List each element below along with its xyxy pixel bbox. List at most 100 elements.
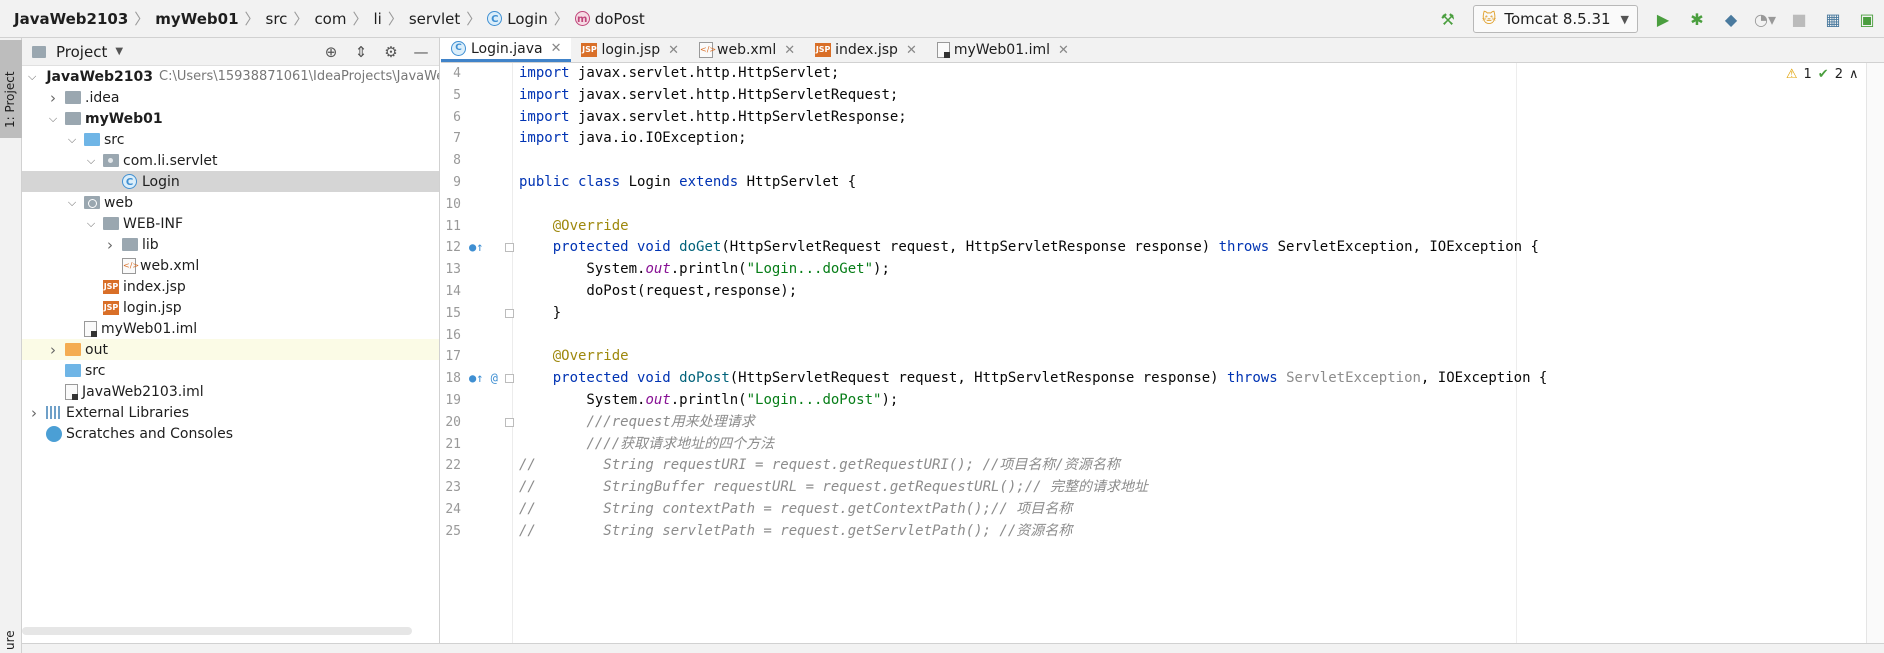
warning-count: 1 [1803,67,1812,82]
profile-icon[interactable]: ◔▾ [1754,8,1776,30]
inspection-widget[interactable]: ⚠ 1 ✔ 2 ∧ ∨ [1780,67,1874,82]
breadcrumb-item[interactable]: m doPost [574,10,645,28]
code-text: import javax.servlet.http.HttpServletReq… [519,85,898,107]
code-line: 21 ////获取请求地址的四个方法 [441,434,1884,456]
code-token: out [645,392,671,408]
ide-frame-icon[interactable]: ▣ [1856,8,1878,30]
fold-marker-icon[interactable] [505,308,514,318]
code-line: 9 public class Login extends HttpServlet … [441,172,1884,194]
breadcrumb-item[interactable]: servlet [409,10,460,28]
tree-item-label: login.jsp [123,299,182,316]
editor-tab[interactable]: JSP index.jsp ✕ [805,38,927,62]
hide-icon[interactable]: — [409,43,433,61]
breadcrumb-item[interactable]: myWeb01 [155,10,238,28]
tree-item[interactable]: ⌵ src [22,129,439,150]
code-line: 16 [441,325,1884,347]
chevron-down-icon[interactable]: ⌵ [28,70,36,84]
structure-tool-tab-label[interactable]: ure [3,630,17,650]
breadcrumb-item[interactable]: src [266,10,288,28]
editor-tab-label: myWeb01.iml [953,42,1050,58]
fold-marker-icon[interactable] [505,417,514,427]
tree-item[interactable]: › lib [22,234,439,255]
folder-icon [122,238,138,251]
run-configuration-select[interactable]: 🐱 Tomcat 8.5.31 ▼ [1472,5,1638,33]
tree-item[interactable]: Scratches and Consoles [22,423,439,444]
fold-marker-icon[interactable] [505,243,514,253]
tree-item[interactable]: </> web.xml [22,255,439,276]
project-tool-tab[interactable]: 1: Project [0,40,22,138]
tree-item[interactable]: ⌵ web [22,192,439,213]
tree-item[interactable]: JavaWeb2103.iml [22,381,439,402]
code-token: System. [519,392,646,408]
fold-marker-icon[interactable] [505,374,514,384]
override-gutter-icon[interactable]: ●↑ @ [469,368,498,390]
collapse-all-icon[interactable]: ⇕ [349,43,373,61]
chevron-down-icon[interactable]: ⌵ [85,217,97,231]
line-number: 5 [453,87,461,103]
library-icon [46,406,62,419]
editor-tab[interactable]: myWeb01.iml ✕ [927,38,1079,62]
excluded-folder-icon [65,343,81,356]
code-token: HttpServlet { [738,174,857,190]
chevron-up-icon[interactable]: ∧ [1849,67,1859,82]
run-configuration-label: Tomcat 8.5.31 [1504,10,1611,28]
chevron-right-icon[interactable]: › [104,236,116,254]
stop-icon[interactable]: ■ [1788,8,1810,30]
code-token: import [519,108,570,125]
coverage-icon[interactable]: ◆ [1720,8,1742,30]
code-line: 4 import javax.servlet.http.HttpServlet; [441,63,1884,85]
horizontal-scrollbar[interactable] [22,627,412,635]
close-icon[interactable]: ✕ [784,43,795,58]
tree-item[interactable]: ⌵ JavaWeb2103 C:\Users\15938871061\IdeaPro… [22,66,439,87]
tree-item[interactable]: ⌵ WEB-INF [22,213,439,234]
editor-tab[interactable]: JSP login.jsp ✕ [571,38,689,62]
tree-item[interactable]: C Login [22,171,439,192]
tree-item[interactable]: JSP index.jsp [22,276,439,297]
code-text: ////获取请求地址的四个方法 [519,434,774,456]
override-gutter-icon[interactable]: ●↑ [469,237,483,259]
line-number: 14 [445,284,461,299]
tree-item[interactable]: ⌵ com.li.servlet [22,150,439,171]
code-editor[interactable]: 4 import javax.servlet.http.HttpServlet; 5… [441,63,1884,653]
chevron-right-icon[interactable]: › [47,341,59,359]
chevron-down-icon[interactable]: ⌵ [47,112,59,126]
gear-icon[interactable]: ⚙ [379,43,403,61]
close-icon[interactable]: ✕ [906,43,917,58]
editor-tab[interactable]: C Login.java ✕ [441,38,572,62]
breadcrumb-separator: 〉 [244,10,260,28]
code-token: throws [1227,370,1278,387]
code-token: ); [873,261,890,278]
locate-icon[interactable]: ⊕ [319,43,343,61]
build-hammer-icon[interactable]: ⚒ [1437,8,1459,30]
tree-item[interactable]: ⌵ myWeb01 [22,108,439,129]
code-line: 6 import javax.servlet.http.HttpServletRe… [441,107,1884,129]
code-token: .println( [670,261,747,278]
breadcrumb-item[interactable]: JavaWeb2103 [14,10,128,28]
editor-tab[interactable]: </> web.xml ✕ [689,38,805,62]
chevron-right-icon[interactable]: › [28,404,40,422]
project-panel-title[interactable]: Project [56,43,107,61]
tree-item[interactable]: myWeb01.iml [22,318,439,339]
tree-item[interactable]: src [22,360,439,381]
chevron-right-icon[interactable]: › [47,89,59,107]
tree-item[interactable]: › External Libraries [22,402,439,423]
tree-item[interactable]: › out [22,339,439,360]
close-icon[interactable]: ✕ [551,41,562,56]
breadcrumb-item[interactable]: com [314,10,346,28]
debug-icon[interactable]: ✱ [1686,8,1708,30]
line-number: 10 [445,196,461,212]
chevron-down-icon[interactable]: ⌵ [85,154,97,168]
close-icon[interactable]: ✕ [1058,43,1069,58]
breadcrumb-item[interactable]: li [374,10,382,28]
tree-item[interactable]: JSP login.jsp [22,297,439,318]
close-icon[interactable]: ✕ [668,43,679,58]
chevron-down-icon[interactable]: ▼ [115,46,123,57]
project-structure-icon[interactable]: ▦ [1822,8,1844,30]
chevron-down-icon[interactable]: ⌵ [66,196,78,210]
tree-item[interactable]: › .idea [22,87,439,108]
code-text: ///request用来处理请求 [519,412,754,434]
run-icon[interactable]: ▶ [1652,8,1674,30]
chevron-down-icon[interactable]: ⌵ [66,133,78,147]
breadcrumb-item[interactable]: C Login [487,10,548,28]
